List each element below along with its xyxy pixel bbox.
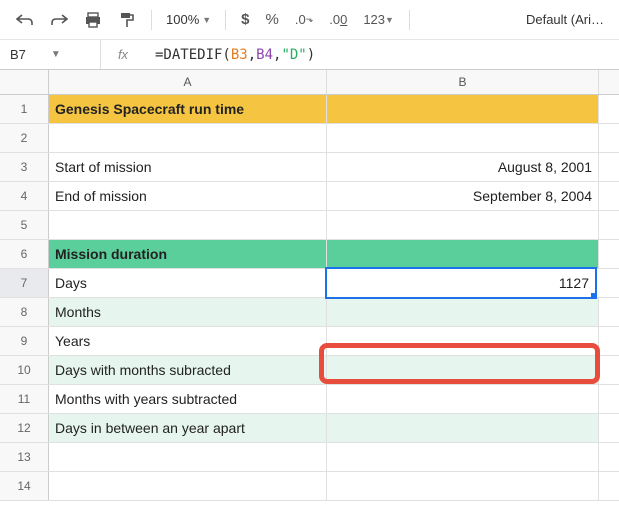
cell-b8[interactable] [327,298,599,326]
print-icon[interactable] [78,7,108,33]
cell-b4[interactable]: September 8, 2004 [327,182,599,210]
row-13: 13 [0,443,619,472]
cell-a8[interactable]: Months [49,298,327,326]
chevron-down-icon: ▼ [202,15,211,25]
decrease-decimal-icon[interactable]: .0⬎ [289,7,319,32]
row-header[interactable]: 7 [0,269,49,297]
row-11: 11 Months with years subtracted [0,385,619,414]
column-headers: A B [49,70,619,95]
row-1: 1 Genesis Spacecraft run time [0,95,619,124]
row-header[interactable]: 5 [0,211,49,239]
formula-input[interactable]: =DATEDIF(B3, B4,"D") [145,47,619,63]
row-9: 9 Years [0,327,619,356]
row-header[interactable]: 3 [0,153,49,181]
cell-b14[interactable] [327,472,599,500]
cell-a10[interactable]: Days with months subracted [49,356,327,384]
fx-icon: fx [100,40,145,69]
cell-b7[interactable]: 1127 [325,267,597,299]
row-4: 4 End of mission September 8, 2004 [0,182,619,211]
row-header[interactable]: 14 [0,472,49,500]
more-formats-dropdown[interactable]: 123 ▼ [357,7,400,32]
row-12: 12 Days in between an year apart [0,414,619,443]
cell-b13[interactable] [327,443,599,471]
row-header[interactable]: 4 [0,182,49,210]
col-header-b[interactable]: B [327,70,599,94]
row-header[interactable]: 13 [0,443,49,471]
select-all-corner[interactable] [0,70,49,95]
row-8: 8 Months [0,298,619,327]
formula-str: "D" [281,47,306,63]
cell-b9[interactable] [327,327,599,355]
row-3: 3 Start of mission August 8, 2001 [0,153,619,182]
cell-b12[interactable] [327,414,599,442]
row-2: 2 [0,124,619,153]
col-header-a[interactable]: A [49,70,327,94]
cell-a3[interactable]: Start of mission [49,153,327,181]
undo-icon[interactable] [10,8,40,32]
cell-a1[interactable]: Genesis Spacecraft run time [49,95,327,123]
separator [225,10,226,30]
separator [409,10,410,30]
cell-b2[interactable] [327,124,599,152]
percent-icon[interactable]: % [260,6,285,33]
toolbar: 100% ▼ $ % .0⬎ .00 123 ▼ Default (Ari… [0,0,619,40]
currency-icon[interactable]: $ [235,6,255,33]
cell-b11[interactable] [327,385,599,413]
cell-a2[interactable] [49,124,327,152]
cell-a11[interactable]: Months with years subtracted [49,385,327,413]
formula-fn: =DATEDIF( [155,47,231,63]
row-header[interactable]: 11 [0,385,49,413]
row-header[interactable]: 2 [0,124,49,152]
cell-b10[interactable] [327,356,599,384]
cell-a4[interactable]: End of mission [49,182,327,210]
formula-ref1: B3 [231,47,248,63]
row-header[interactable]: 10 [0,356,49,384]
name-box[interactable]: B7 ▼ [0,47,100,62]
name-box-value: B7 [10,47,26,62]
cell-b1[interactable] [327,95,599,123]
cell-b5[interactable] [327,211,599,239]
cell-b6[interactable] [327,240,599,268]
row-header[interactable]: 1 [0,95,49,123]
rows: 1 Genesis Spacecraft run time 2 3 Start … [0,95,619,501]
redo-icon[interactable] [44,8,74,32]
grid: A B 1 Genesis Spacecraft run time 2 3 St… [0,70,619,501]
cell-b3[interactable]: August 8, 2001 [327,153,599,181]
paint-format-icon[interactable] [112,6,142,34]
font-dropdown[interactable]: Default (Ari… [526,12,609,27]
chevron-down-icon: ▼ [51,49,61,60]
row-header[interactable]: 8 [0,298,49,326]
row-header[interactable]: 12 [0,414,49,442]
cell-a12[interactable]: Days in between an year apart [49,414,327,442]
cell-a6[interactable]: Mission duration [49,240,327,268]
row-5: 5 [0,211,619,240]
zoom-dropdown[interactable]: 100% ▼ [161,12,216,27]
row-10: 10 Days with months subracted [0,356,619,385]
zoom-value: 100% [166,12,199,27]
row-header[interactable]: 6 [0,240,49,268]
cell-a5[interactable] [49,211,327,239]
increase-decimal-icon[interactable]: .00 [323,7,353,32]
row-6: 6 Mission duration [0,240,619,269]
formula-bar: B7 ▼ fx =DATEDIF(B3, B4,"D") [0,40,619,70]
row-header[interactable]: 9 [0,327,49,355]
cell-a9[interactable]: Years [49,327,327,355]
row-7: 7 Days 1127 [0,269,619,298]
separator [151,10,152,30]
cell-a14[interactable] [49,472,327,500]
row-14: 14 [0,472,619,501]
cell-a13[interactable] [49,443,327,471]
formula-ref2: B4 [256,47,273,63]
cell-a7[interactable]: Days [49,269,327,297]
